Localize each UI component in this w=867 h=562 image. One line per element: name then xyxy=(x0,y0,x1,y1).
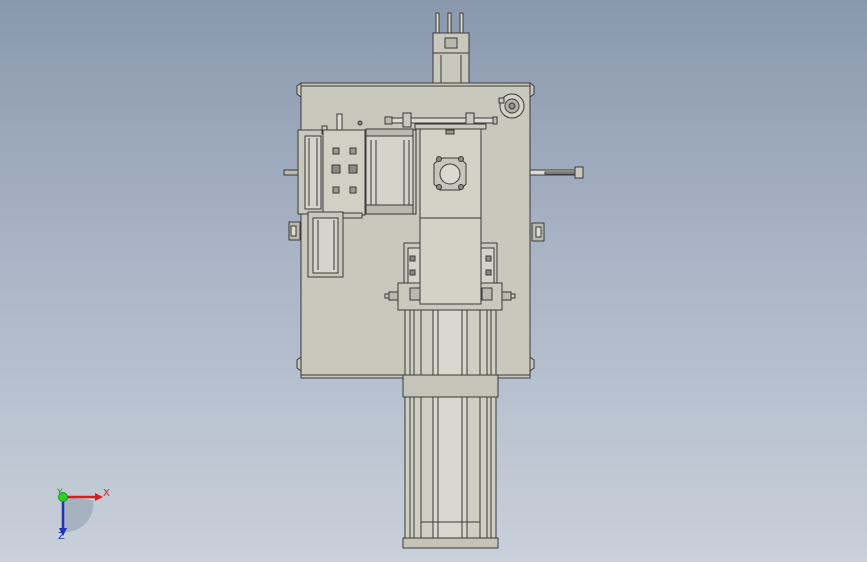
left-vertical-slide[interactable] xyxy=(288,211,344,278)
center-mount-plate[interactable] xyxy=(414,123,487,305)
x-axis-label: X xyxy=(103,488,110,499)
z-axis-label: Z xyxy=(58,531,65,542)
bearing-flange[interactable] xyxy=(498,93,525,119)
y-axis-label: Y xyxy=(57,488,63,498)
left-carriage-plate[interactable] xyxy=(322,129,366,219)
assembly-model[interactable] xyxy=(0,0,867,562)
cad-graphics-viewport[interactable]: X Y Z xyxy=(0,0,867,562)
center-linear-rail[interactable] xyxy=(402,304,499,549)
coordinate-triad xyxy=(58,492,103,536)
right-cylinder-rod[interactable] xyxy=(529,166,584,242)
